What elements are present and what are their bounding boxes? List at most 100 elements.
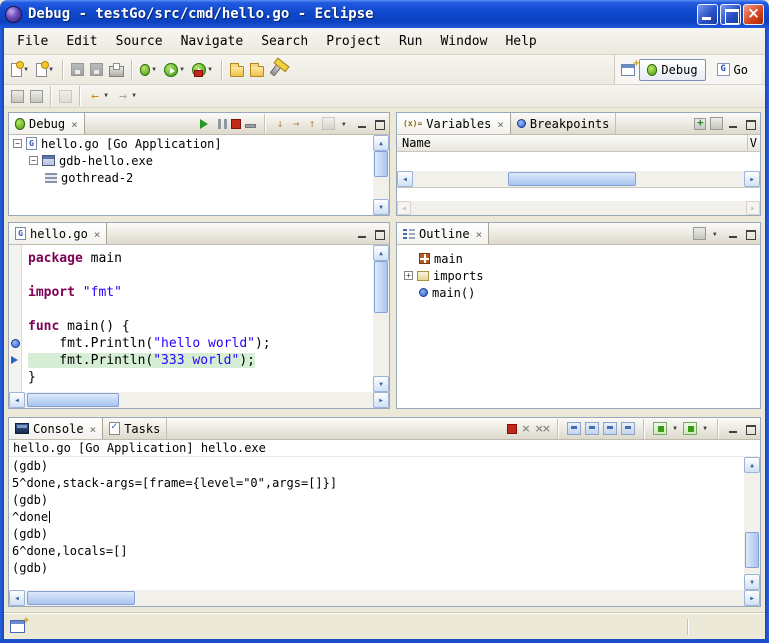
- tab-hello-go[interactable]: hello.go: [9, 223, 107, 244]
- outline-item-imports[interactable]: imports: [397, 267, 760, 284]
- save-button[interactable]: [68, 58, 87, 82]
- fast-view-icon[interactable]: [10, 620, 25, 633]
- code-area[interactable]: package main import "fmt" func main() { …: [23, 245, 373, 392]
- forward-dropdown-icon[interactable]: [130, 89, 138, 103]
- scroll-right-icon[interactable]: [373, 392, 389, 408]
- collapse-all-icon[interactable]: [710, 117, 723, 130]
- scrollbar-thumb[interactable]: [374, 261, 388, 313]
- debug-launch-dropdown-icon[interactable]: [150, 63, 158, 77]
- tab-close-icon[interactable]: [495, 117, 504, 131]
- tab-close-icon[interactable]: [69, 117, 78, 131]
- minimize-view-icon[interactable]: [727, 423, 740, 435]
- word-wrap-icon[interactable]: [603, 422, 617, 435]
- print-button[interactable]: [106, 58, 127, 82]
- scroll-up-icon[interactable]: [373, 135, 389, 151]
- console-vertical-scrollbar[interactable]: [744, 457, 760, 590]
- debug-tree-item-thread[interactable]: gothread-2: [9, 169, 373, 186]
- menu-help[interactable]: Help: [496, 31, 545, 52]
- scrollbar-thumb[interactable]: [508, 172, 636, 186]
- skip-all-breakpoints-button[interactable]: [8, 84, 27, 108]
- titlebar[interactable]: Debug - testGo/src/cmd/hello.go - Eclips…: [0, 0, 769, 28]
- expander-icon[interactable]: [13, 139, 22, 148]
- scroll-left-icon[interactable]: [397, 171, 413, 187]
- scroll-down-icon[interactable]: [744, 574, 760, 590]
- external-tools-dropdown-icon[interactable]: [206, 63, 214, 77]
- outline-item-package[interactable]: main: [397, 250, 760, 267]
- annotation-ruler[interactable]: [9, 245, 22, 392]
- open-console-dropdown-icon[interactable]: [701, 422, 709, 436]
- variables-detail-pane[interactable]: [397, 187, 760, 215]
- back-dropdown-icon[interactable]: [102, 89, 110, 103]
- menu-edit[interactable]: Edit: [57, 31, 106, 52]
- scrollbar-thumb[interactable]: [27, 591, 135, 605]
- scroll-down-icon[interactable]: [373, 199, 389, 215]
- close-button[interactable]: [743, 4, 764, 25]
- disconnect-icon[interactable]: [245, 124, 256, 128]
- view-menu-icon[interactable]: [339, 118, 352, 130]
- editor-horizontal-scrollbar[interactable]: [9, 392, 389, 408]
- open-console-icon[interactable]: [683, 422, 697, 435]
- terminate-icon[interactable]: [231, 119, 241, 129]
- debug-tree-item-process[interactable]: gdb-hello.exe: [9, 152, 373, 169]
- minimize-view-icon[interactable]: [727, 228, 740, 240]
- run-launch-dropdown-icon[interactable]: [178, 63, 186, 77]
- minimize-view-icon[interactable]: [727, 118, 740, 130]
- menu-project[interactable]: Project: [317, 31, 390, 52]
- tab-close-icon[interactable]: [474, 227, 483, 241]
- variables-horizontal-scrollbar[interactable]: [397, 171, 760, 187]
- search-button[interactable]: [267, 58, 293, 82]
- step-return-icon[interactable]: [306, 117, 318, 131]
- tab-console[interactable]: Console: [9, 418, 103, 439]
- scroll-left-icon[interactable]: [9, 392, 25, 408]
- scrollbar-thumb[interactable]: [27, 393, 119, 407]
- breakpoint-marker-icon[interactable]: [11, 339, 20, 348]
- scroll-left-icon[interactable]: [9, 590, 25, 606]
- variables-list[interactable]: [397, 152, 760, 171]
- debug-tree-item-launch[interactable]: hello.go [Go Application]: [9, 135, 373, 152]
- scroll-up-icon[interactable]: [373, 245, 389, 261]
- debug-launch-button[interactable]: [137, 58, 161, 82]
- clear-console-icon[interactable]: [567, 422, 581, 435]
- back-button[interactable]: [85, 84, 113, 108]
- minimize-view-icon[interactable]: [356, 118, 369, 130]
- outline-item-function[interactable]: main(): [397, 284, 760, 301]
- scrollbar-thumb[interactable]: [374, 151, 388, 177]
- menu-window[interactable]: Window: [431, 31, 496, 52]
- minimize-view-icon[interactable]: [356, 228, 369, 240]
- tab-outline[interactable]: Outline: [397, 223, 489, 244]
- display-console-icon[interactable]: [653, 422, 667, 435]
- new-file-button[interactable]: [33, 58, 58, 82]
- suspend-icon[interactable]: [218, 119, 227, 129]
- last-edit-location-button[interactable]: [56, 84, 75, 108]
- remove-all-launches-icon[interactable]: [535, 422, 549, 435]
- editor-vertical-scrollbar[interactable]: [373, 245, 389, 392]
- scroll-right-icon[interactable]: [744, 590, 760, 606]
- run-launch-button[interactable]: [161, 58, 189, 82]
- menu-run[interactable]: Run: [390, 31, 431, 52]
- remove-launch-icon[interactable]: [521, 422, 530, 435]
- maximize-view-icon[interactable]: [744, 423, 757, 435]
- minimize-button[interactable]: [697, 4, 718, 25]
- menu-file[interactable]: File: [8, 31, 57, 52]
- add-variable-icon[interactable]: [694, 118, 706, 130]
- tab-tasks[interactable]: Tasks: [103, 418, 167, 439]
- display-console-dropdown-icon[interactable]: [671, 422, 679, 436]
- scroll-right-icon[interactable]: [744, 171, 760, 187]
- maximize-view-icon[interactable]: [373, 118, 386, 130]
- scroll-up-icon[interactable]: [744, 457, 760, 473]
- sort-icon[interactable]: [693, 227, 706, 240]
- debug-vertical-scrollbar[interactable]: [373, 135, 389, 215]
- maximize-view-icon[interactable]: [373, 228, 386, 240]
- tab-close-icon[interactable]: [88, 422, 97, 436]
- save-all-button[interactable]: [87, 58, 106, 82]
- tab-debug[interactable]: Debug: [9, 113, 85, 134]
- open-file-button[interactable]: [247, 58, 267, 82]
- toggle-mark-occurrences-button[interactable]: [27, 84, 46, 108]
- view-menu-icon[interactable]: [710, 228, 723, 240]
- drop-to-frame-icon[interactable]: [322, 117, 335, 130]
- scrollbar-thumb[interactable]: [745, 532, 759, 568]
- step-over-icon[interactable]: [290, 117, 302, 131]
- forward-button[interactable]: [113, 84, 141, 108]
- scroll-down-icon[interactable]: [373, 376, 389, 392]
- variables-column-header[interactable]: Name V: [397, 135, 760, 152]
